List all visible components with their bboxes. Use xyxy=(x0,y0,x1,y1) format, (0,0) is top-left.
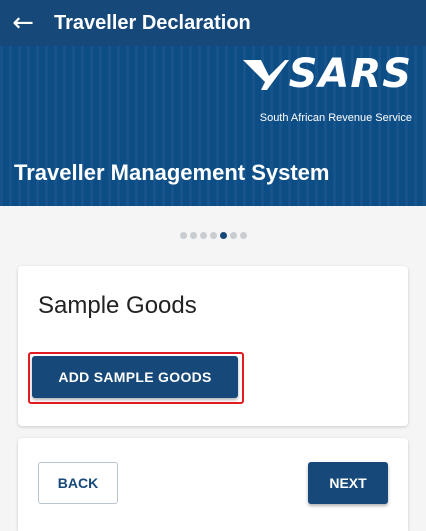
step-dot xyxy=(229,232,237,239)
main-content: Sample Goods ADD SAMPLE GOODS BACK NEXT xyxy=(0,206,426,531)
step-dot xyxy=(209,232,217,239)
sars-logo: SARS xyxy=(241,54,412,94)
app-bar: ← Traveller Declaration xyxy=(0,0,426,46)
sample-goods-card: Sample Goods ADD SAMPLE GOODS xyxy=(18,266,408,426)
back-button[interactable]: BACK xyxy=(38,462,118,504)
navigation-card: BACK NEXT xyxy=(18,438,408,531)
sample-goods-heading: Sample Goods xyxy=(38,292,197,319)
add-sample-goods-button[interactable]: ADD SAMPLE GOODS xyxy=(32,356,238,398)
step-dot-active xyxy=(219,232,227,239)
sars-logo-mark-icon xyxy=(242,60,289,90)
back-arrow-icon[interactable]: ← xyxy=(0,0,46,46)
step-dot xyxy=(239,232,247,239)
step-dot xyxy=(199,232,207,239)
step-indicator xyxy=(0,232,426,239)
next-button[interactable]: NEXT xyxy=(308,462,388,504)
app-bar-title: Traveller Declaration xyxy=(54,11,251,34)
step-dot xyxy=(179,232,187,239)
header-banner: SARS South African Revenue Service Trave… xyxy=(0,46,426,206)
logo-text: SARS xyxy=(288,51,412,97)
banner-title: Traveller Management System xyxy=(14,160,330,185)
logo-subtitle: South African Revenue Service xyxy=(259,112,412,124)
step-dot xyxy=(189,232,197,239)
